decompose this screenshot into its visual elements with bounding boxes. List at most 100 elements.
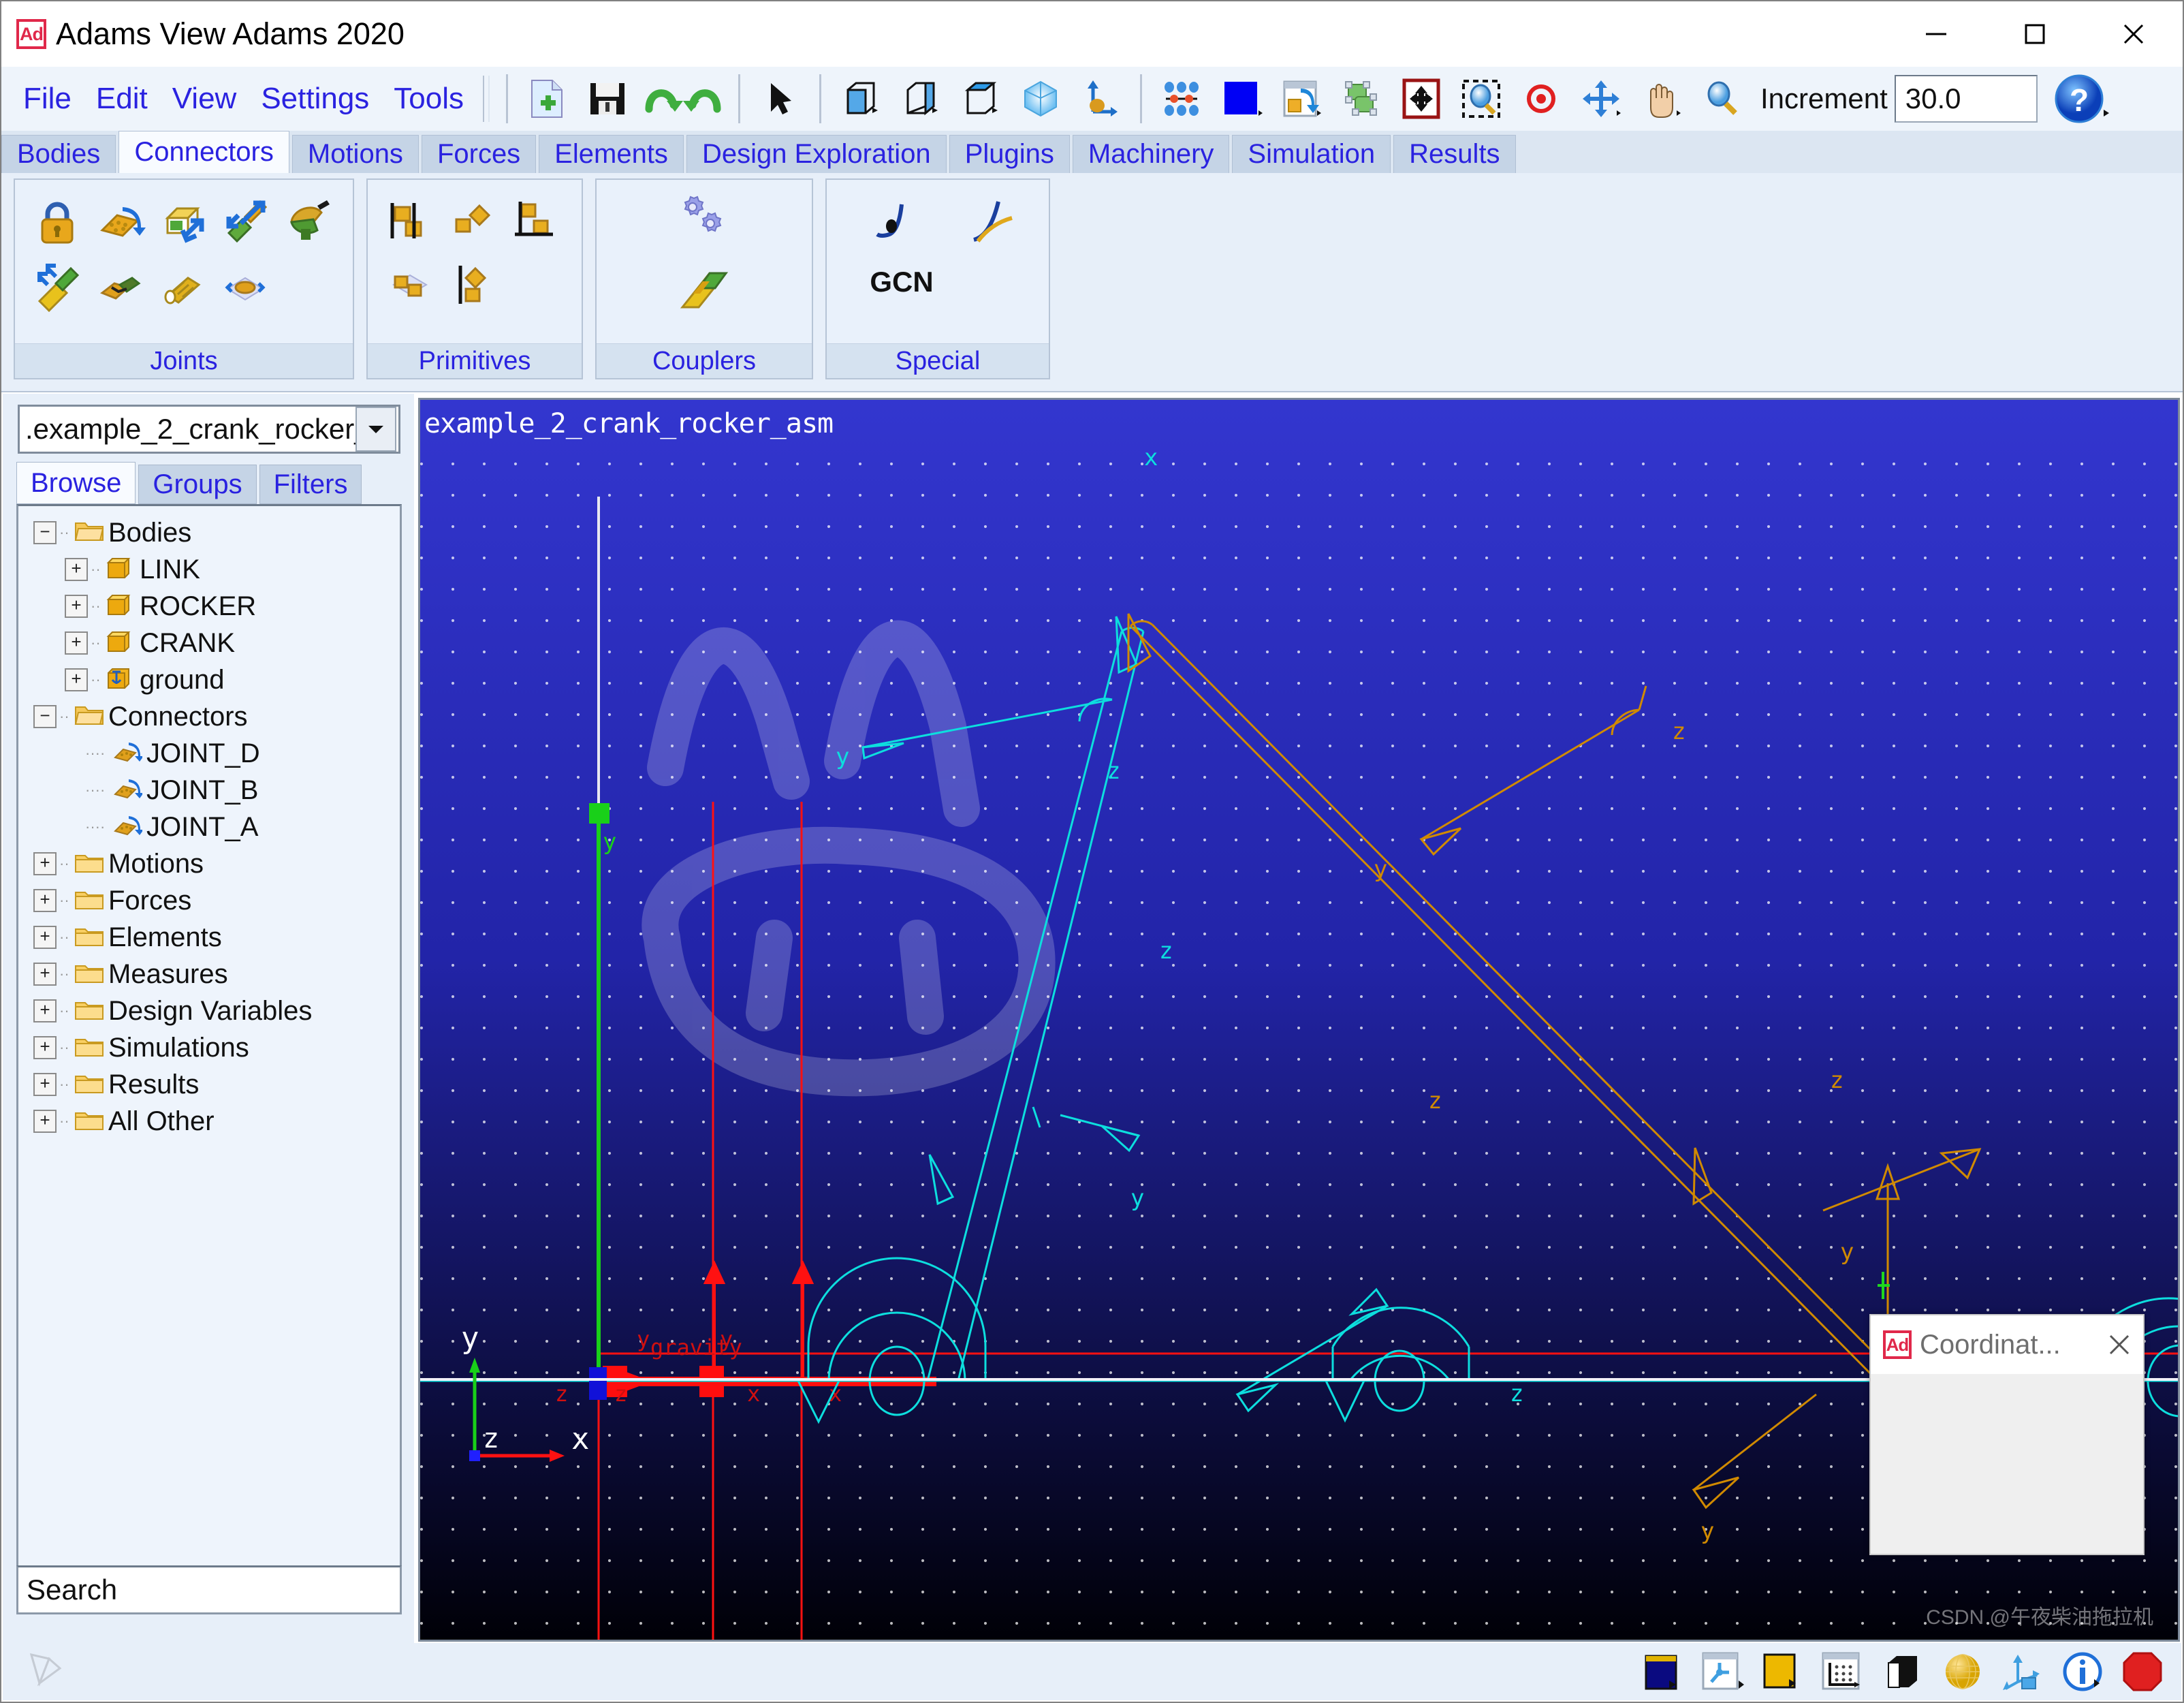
tab-elements[interactable]: Elements	[539, 135, 684, 173]
move-rotate-icon[interactable]	[1576, 74, 1626, 124]
tree-item-simulations[interactable]: + ·· Simulations	[18, 1029, 400, 1066]
tree-item-ground[interactable]: + ·· ground	[18, 661, 400, 698]
tab-plugins[interactable]: Plugins	[949, 135, 1070, 173]
menu-view[interactable]: View	[160, 82, 249, 116]
collapse-toggle-icon[interactable]: −	[33, 705, 57, 728]
expand-toggle-icon[interactable]: +	[65, 595, 88, 618]
triad-toggle-icon[interactable]	[1696, 1647, 1750, 1696]
grid-toggle-icon[interactable]	[1816, 1647, 1869, 1696]
translational-joint-icon[interactable]	[151, 189, 214, 255]
grid-points-icon[interactable]	[1156, 74, 1207, 124]
depth-view-icon[interactable]	[1876, 1647, 1929, 1696]
inline-primitive-icon[interactable]	[379, 189, 441, 255]
rotate-view-icon[interactable]	[1276, 74, 1327, 124]
render-solid-icon[interactable]	[1636, 1647, 1690, 1696]
tab-filters[interactable]: Filters	[259, 465, 362, 504]
color-fill-icon[interactable]	[1756, 1647, 1809, 1696]
tab-browse[interactable]: Browse	[16, 462, 136, 504]
collapse-toggle-icon[interactable]: −	[33, 521, 57, 544]
gear-coupler-icon[interactable]	[636, 189, 772, 255]
axes-view-icon[interactable]	[1996, 1647, 2049, 1696]
minimize-button[interactable]	[1886, 1, 1985, 67]
tree-item-all-other[interactable]: + ·· All Other	[18, 1103, 400, 1140]
sphere-render-icon[interactable]	[1936, 1647, 1989, 1696]
coupler-icon[interactable]	[636, 255, 772, 320]
tab-motions[interactable]: Motions	[291, 135, 419, 173]
view-isometric-icon[interactable]	[896, 74, 946, 124]
info-icon[interactable]	[2056, 1647, 2109, 1696]
undo-redo-icon[interactable]	[642, 74, 724, 124]
expand-toggle-icon[interactable]: +	[33, 889, 57, 912]
tree-item-motions[interactable]: + ·· Motions	[18, 845, 400, 882]
tree-item-design-variables[interactable]: + ·· Design Variables	[18, 993, 400, 1029]
expand-toggle-icon[interactable]: +	[65, 668, 88, 691]
tab-design-exploration[interactable]: Design Exploration	[686, 135, 947, 173]
tree-item-connectors[interactable]: − ·· Connectors	[18, 698, 400, 735]
revolute-joint-icon[interactable]	[89, 189, 151, 255]
expand-toggle-icon[interactable]: +	[65, 631, 88, 655]
tab-forces[interactable]: Forces	[421, 135, 537, 173]
orientation-primitive-icon[interactable]	[441, 189, 504, 255]
model-selector-combo[interactable]: .example_2_crank_rocker_a	[18, 405, 400, 454]
menu-tools[interactable]: Tools	[381, 82, 476, 116]
screw-joint-icon[interactable]	[26, 255, 89, 320]
chevron-down-icon[interactable]	[355, 407, 396, 452]
curve-icon[interactable]	[943, 189, 1038, 255]
tree-item-bodies[interactable]: − ·· Bodies	[18, 514, 400, 551]
maximize-button[interactable]	[1985, 1, 2084, 67]
hooke-joint-icon[interactable]	[89, 255, 151, 320]
zoom-box-icon[interactable]	[1456, 74, 1506, 124]
tree-item-rocker[interactable]: + ·· ROCKER	[18, 588, 400, 625]
help-question-icon[interactable]: ?	[2051, 69, 2110, 128]
point-motion-icon[interactable]	[847, 189, 943, 255]
tree-item-crank[interactable]: + ·· CRANK	[18, 625, 400, 661]
perpendicular-primitive-icon[interactable]	[379, 255, 441, 320]
tree-item-link[interactable]: + ·· LINK	[18, 551, 400, 588]
target-icon[interactable]	[1516, 74, 1566, 124]
tab-simulation[interactable]: Simulation	[1232, 135, 1391, 173]
expand-toggle-icon[interactable]: +	[65, 558, 88, 581]
tree-item-joint-a[interactable]: ···· JOINT_A	[18, 809, 400, 845]
expand-toggle-icon[interactable]: +	[33, 1036, 57, 1059]
tree-item-elements[interactable]: + ·· Elements	[18, 919, 400, 956]
tree-item-results[interactable]: + ·· Results	[18, 1066, 400, 1103]
stop-icon[interactable]	[2116, 1647, 2169, 1696]
group-objects-icon[interactable]	[1336, 74, 1387, 124]
view-front-icon[interactable]	[836, 74, 886, 124]
planar-joint-icon[interactable]	[214, 255, 276, 320]
render-shaded-icon[interactable]	[1015, 74, 1066, 124]
constant-velocity-joint-icon[interactable]	[151, 255, 214, 320]
tree-item-measures[interactable]: + ·· Measures	[18, 956, 400, 993]
model-tree[interactable]: − ·· Bodies + ·· LINK + ·· ROCKER + ·· C…	[16, 504, 402, 1572]
search-input[interactable]: Search	[16, 1565, 402, 1614]
expand-toggle-icon[interactable]: +	[33, 1073, 57, 1096]
close-button[interactable]	[2084, 1, 2183, 67]
coordinate-triad-icon[interactable]	[1075, 74, 1126, 124]
expand-toggle-icon[interactable]: +	[33, 926, 57, 949]
fixed-joint-icon[interactable]	[26, 189, 89, 255]
expand-toggle-icon[interactable]: +	[33, 999, 57, 1022]
view-top-icon[interactable]	[955, 74, 1006, 124]
save-icon[interactable]	[582, 74, 633, 124]
new-model-icon[interactable]	[522, 74, 573, 124]
expand-toggle-icon[interactable]: +	[33, 1110, 57, 1133]
close-icon[interactable]	[2095, 1315, 2143, 1374]
expand-toggle-icon[interactable]: +	[33, 852, 57, 875]
select-arrow-icon[interactable]	[755, 74, 805, 124]
tab-results[interactable]: Results	[1393, 135, 1516, 173]
color-swatch-icon[interactable]	[1216, 74, 1267, 124]
tree-item-joint-b[interactable]: ···· JOINT_B	[18, 772, 400, 809]
menu-edit[interactable]: Edit	[84, 82, 160, 116]
tab-machinery[interactable]: Machinery	[1072, 135, 1230, 173]
tab-bodies[interactable]: Bodies	[1, 135, 116, 173]
cylindrical-joint-icon[interactable]	[214, 189, 276, 255]
coordinate-window[interactable]: Ad Coordinat...	[1869, 1314, 2145, 1555]
inplane-primitive-icon[interactable]	[504, 189, 567, 255]
translate-icon[interactable]	[1396, 74, 1446, 124]
increment-input[interactable]: 30.0	[1894, 75, 2038, 123]
tab-connectors[interactable]: Connectors	[118, 131, 289, 173]
tree-item-forces[interactable]: + ·· Forces	[18, 882, 400, 919]
tab-groups[interactable]: Groups	[138, 465, 257, 504]
zoom-icon[interactable]	[1696, 74, 1746, 124]
gcn-icon[interactable]: GCN	[847, 255, 956, 309]
